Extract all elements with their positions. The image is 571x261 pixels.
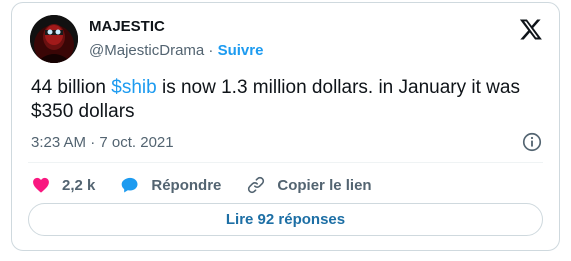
follow-button[interactable]: Suivre (218, 42, 264, 59)
copy-link-button[interactable]: Copier le lien (246, 175, 372, 195)
reply-label: Répondre (151, 176, 222, 194)
author-name[interactable]: MAJESTIC (89, 18, 165, 35)
cashtag-link[interactable]: $shib (111, 77, 156, 98)
timestamp-separator: · (90, 134, 96, 151)
info-icon[interactable] (521, 131, 543, 153)
copy-link-label: Copier le lien (277, 176, 372, 194)
read-replies-label: Lire 92 réponses (225, 211, 346, 228)
like-button[interactable]: 2,2 k (31, 175, 95, 195)
tweet-text: 44 billion $shib is now 1.3 million doll… (31, 76, 551, 124)
tweet-time: 3:23 AM (31, 134, 87, 151)
reply-bubble-icon (122, 177, 138, 193)
tweet-timestamp[interactable]: 3:23 AM · 7 oct. 2021 (31, 134, 174, 151)
avatar-image (30, 15, 78, 63)
x-logo-icon[interactable] (519, 17, 543, 41)
author-handle-row: @MajesticDrama · Suivre (89, 42, 263, 59)
link-icon (248, 176, 265, 194)
avatar[interactable] (30, 15, 78, 63)
divider (28, 162, 543, 163)
author-handle[interactable]: @MajesticDrama (89, 42, 204, 59)
reply-button[interactable]: Répondre (120, 175, 221, 195)
read-replies-button[interactable]: Lire 92 réponses (28, 203, 543, 236)
handle-separator: · (208, 42, 214, 59)
action-bar: 2,2 k Répondre Copier le lien (31, 173, 397, 197)
like-count: 2,2 k (62, 176, 96, 194)
heart-icon (33, 177, 49, 193)
tweet-text-before: 44 billion (31, 77, 112, 98)
tweet-card: MAJESTIC @MajesticDrama · Suivre 44 bill… (11, 2, 560, 251)
tweet-date: 7 oct. 2021 (99, 134, 174, 151)
